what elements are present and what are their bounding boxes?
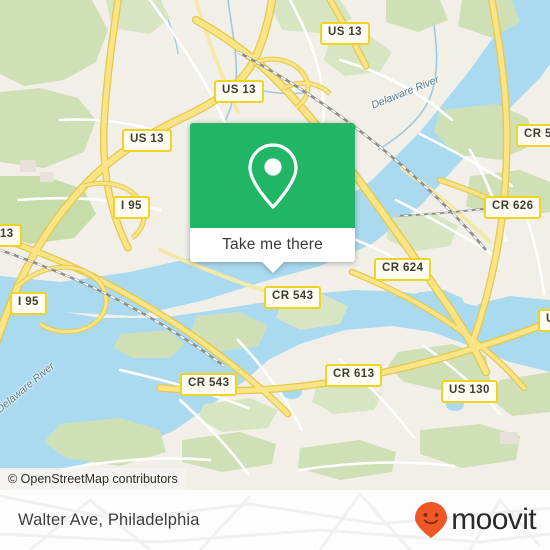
popup-pointer (261, 262, 284, 273)
shield-us-13-mid: US 13 (214, 80, 264, 103)
shield-us-13-left: US 13 (122, 129, 172, 152)
popup-action-bar[interactable]: Take me there (190, 228, 355, 273)
location-popup[interactable]: Take me there (190, 123, 355, 273)
shield-i-95-upper: I 95 (113, 196, 150, 219)
place-title: Walter Ave, Philadelphia (18, 510, 200, 529)
shield-cr-543-lower: CR 543 (180, 373, 238, 396)
take-me-there-label: Take me there (222, 236, 323, 253)
shield-i-95-lower: I 95 (10, 292, 47, 315)
footer-bar: Walter Ave, Philadelphia moovit (0, 490, 550, 550)
shield-cr-54-edge: CR 54 (516, 124, 550, 147)
shield-13-edge: 13 (0, 224, 22, 247)
moovit-wordmark: moovit (451, 503, 536, 536)
moovit-brand[interactable]: moovit (414, 501, 537, 539)
map-attribution[interactable]: © OpenStreetMap contributors (0, 468, 186, 491)
shield-cr-624: CR 624 (374, 258, 432, 281)
shield-u-edge: U (538, 309, 550, 332)
shield-us-130: US 130 (441, 380, 498, 403)
shield-cr-626: CR 626 (484, 196, 542, 219)
moovit-map-screenshot: US 13 US 13 US 13 I 95 13 I 95 CR 54 CR … (0, 0, 550, 550)
shield-us-13-top: US 13 (320, 22, 370, 45)
moovit-pin-smiley-icon (415, 502, 448, 538)
shield-cr-613: CR 613 (325, 364, 383, 387)
shield-cr-543-upper: CR 543 (264, 286, 322, 309)
popup-header (190, 123, 355, 228)
map-pin-icon (247, 142, 298, 209)
